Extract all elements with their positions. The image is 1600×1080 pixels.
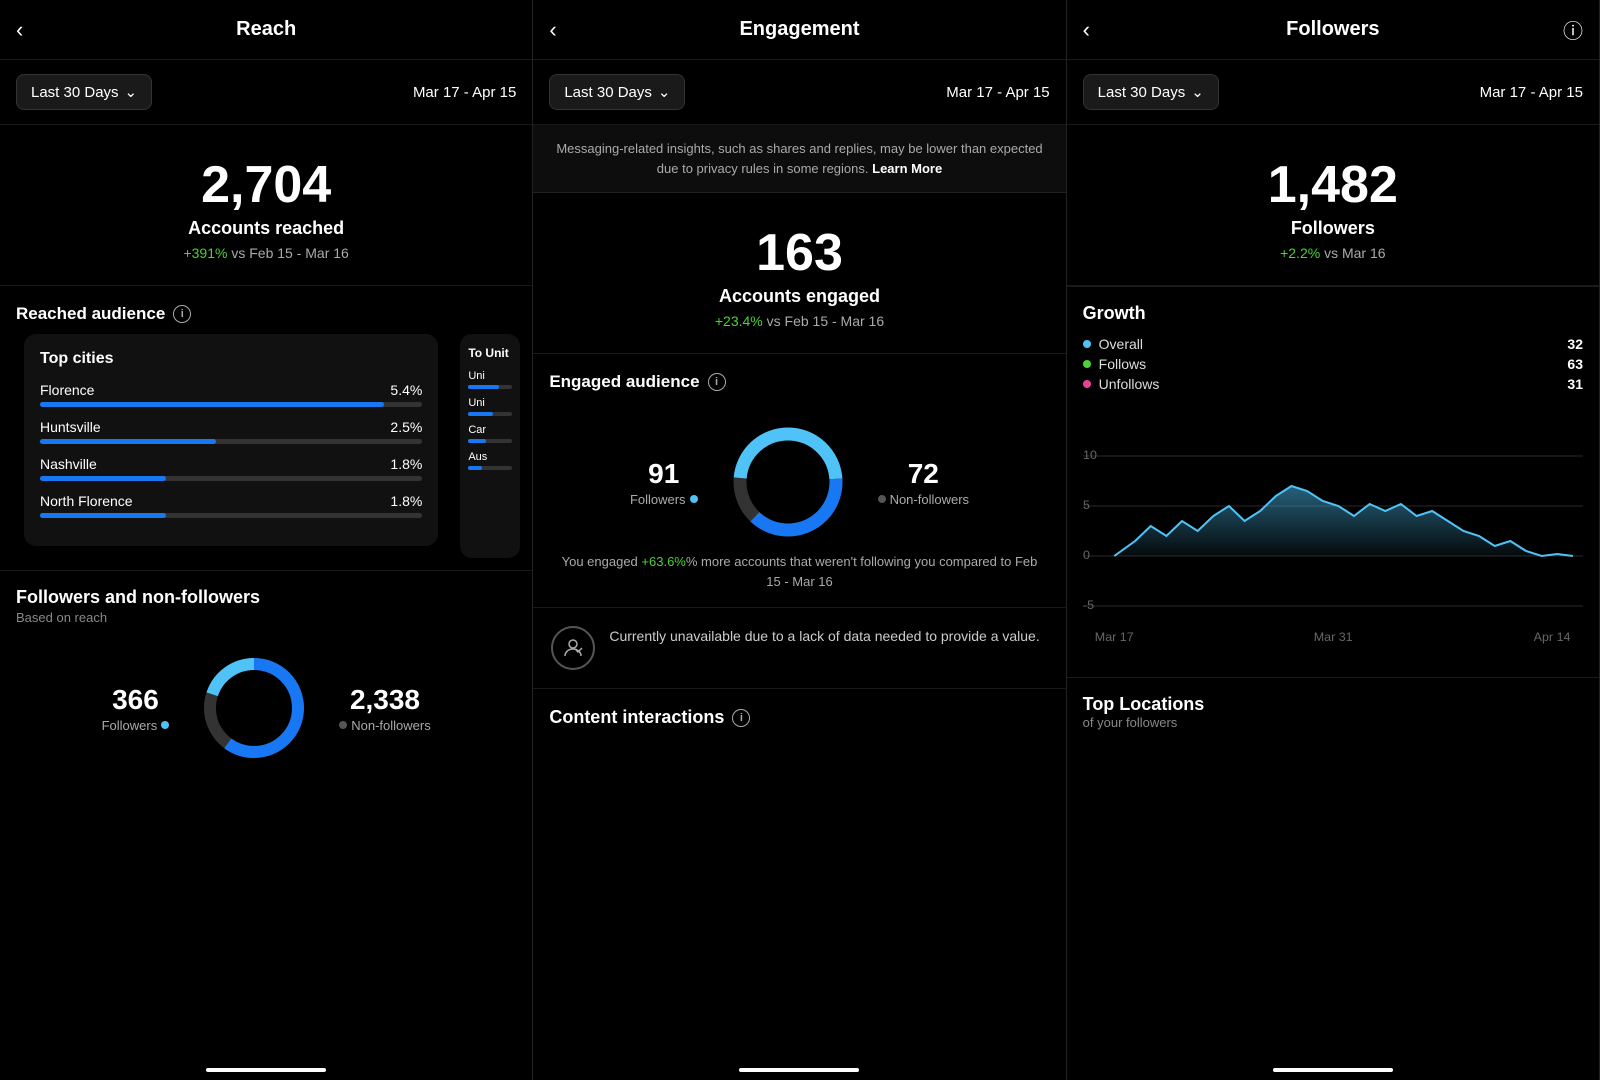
reach-main-number: 2,704 xyxy=(16,157,516,214)
reach-date-dropdown[interactable]: Last 30 Days ⌄ xyxy=(16,74,152,110)
engagement-main-number: 163 xyxy=(549,225,1049,282)
followers-change-pct: +2.2% xyxy=(1280,245,1320,261)
growth-chart-container: 10 5 0 -5 Mar 17 Mar 31 Apr 14 xyxy=(1067,408,1599,677)
engagement-back-button[interactable]: ‹ xyxy=(549,17,556,43)
svg-text:10: 10 xyxy=(1083,448,1097,462)
reach-panel: ‹ Reach Last 30 Days ⌄ Mar 17 - Apr 15 2… xyxy=(0,0,533,1080)
engagement-followers-stat: 91 Followers xyxy=(630,458,698,507)
reach-back-button[interactable]: ‹ xyxy=(16,17,23,43)
svg-text:5: 5 xyxy=(1083,498,1090,512)
followers-main-number: 1,482 xyxy=(1083,157,1583,214)
follows-dot xyxy=(1083,360,1091,368)
engaged-audience-info-icon[interactable]: i xyxy=(708,373,726,391)
engaged-note-rest: % more accounts that weren't following y… xyxy=(686,554,1038,589)
unavailable-icon xyxy=(551,626,595,670)
legend-follows: Follows 63 xyxy=(1083,356,1583,372)
engagement-learn-more-link[interactable]: Learn More xyxy=(872,161,942,176)
engagement-panel: ‹ Engagement Last 30 Days ⌄ Mar 17 - Apr… xyxy=(533,0,1066,1080)
reach-donut-area: 366 Followers 2,338 Non-followers xyxy=(0,633,532,773)
growth-title: Growth xyxy=(1083,303,1583,324)
growth-chart-svg: 10 5 0 -5 Mar 17 Mar 31 Apr 14 xyxy=(1083,416,1583,656)
engagement-date-dropdown[interactable]: Last 30 Days ⌄ xyxy=(549,74,685,110)
engagement-notice: Messaging-related insights, such as shar… xyxy=(533,125,1065,193)
top-locations-section: Top Locations of your followers xyxy=(1067,677,1599,746)
engagement-metric-label: Accounts engaged xyxy=(549,286,1049,307)
engagement-change-rest: vs Feb 15 - Mar 16 xyxy=(767,313,885,329)
engaged-audience-header: Engaged audience i xyxy=(533,354,1065,402)
engagement-metric-change: +23.4% vs Feb 15 - Mar 16 xyxy=(549,313,1049,329)
followers-metric-section: 1,482 Followers +2.2% vs Mar 16 xyxy=(1067,125,1599,286)
reach-metric-label: Accounts reached xyxy=(16,218,516,239)
reach-date-range: Mar 17 - Apr 15 xyxy=(413,84,516,101)
engagement-nonfollowers-stat: 72 Non-followers xyxy=(878,458,969,507)
top-cities-card: Top cities Florence 5.4% Huntsville 2.5%… xyxy=(24,334,438,546)
reach-scroll-indicator xyxy=(206,1068,326,1072)
reach-title: Reach xyxy=(236,18,296,41)
followers-metric-label: Followers xyxy=(1083,218,1583,239)
content-interactions-header: Content interactions i xyxy=(533,688,1065,742)
overall-dot xyxy=(1083,340,1091,348)
reached-audience-header: Reached audience i xyxy=(0,286,532,334)
svg-text:Mar 17: Mar 17 xyxy=(1094,630,1133,644)
top-locations-subtitle: of your followers xyxy=(1083,715,1583,730)
legend-overall: Overall 32 xyxy=(1083,336,1583,352)
reach-donut-chart xyxy=(199,653,309,763)
engagement-donut-chart xyxy=(728,422,848,542)
top-locations-title: Top Locations xyxy=(1083,694,1583,715)
followers-change-rest: vs Mar 16 xyxy=(1324,245,1385,261)
reach-metric-change: +391% vs Feb 15 - Mar 16 xyxy=(16,245,516,261)
top-cities-title: Top cities xyxy=(40,350,422,368)
content-interactions-info-icon[interactable]: i xyxy=(732,709,750,727)
engagement-title: Engagement xyxy=(739,18,859,41)
fnf-title: Followers and non-followers xyxy=(16,587,516,608)
engagement-header: ‹ Engagement xyxy=(533,0,1065,60)
svg-text:0: 0 xyxy=(1083,548,1090,562)
followers-back-button[interactable]: ‹ xyxy=(1083,17,1090,43)
city-row-nashville: Nashville 1.8% xyxy=(40,456,422,481)
followers-date-range: Mar 17 - Apr 15 xyxy=(1480,84,1583,101)
svg-text:Apr 14: Apr 14 xyxy=(1533,630,1570,644)
reach-followers-stat: 366 Followers xyxy=(102,684,170,733)
followers-date-bar: Last 30 Days ⌄ Mar 17 - Apr 15 xyxy=(1067,60,1599,125)
followers-panel: ‹ Followers ⓘ Last 30 Days ⌄ Mar 17 - Ap… xyxy=(1067,0,1600,1080)
growth-legend: Overall 32 Follows 63 Unfollows 31 xyxy=(1083,336,1583,392)
followers-title: Followers xyxy=(1286,18,1379,41)
svg-text:-5: -5 xyxy=(1083,598,1094,612)
reach-header: ‹ Reach xyxy=(0,0,532,60)
reach-change-rest: vs Feb 15 - Mar 16 xyxy=(231,245,349,261)
city-row-north-florence: North Florence 1.8% xyxy=(40,493,422,518)
followers-info-button[interactable]: ⓘ xyxy=(1563,15,1583,44)
engaged-note-pct: +63.6% xyxy=(641,554,685,569)
svg-text:Mar 31: Mar 31 xyxy=(1313,630,1352,644)
reach-metric-section: 2,704 Accounts reached +391% vs Feb 15 -… xyxy=(0,125,532,286)
unavailable-box: Currently unavailable due to a lack of d… xyxy=(533,607,1065,688)
unavailable-text: Currently unavailable due to a lack of d… xyxy=(609,626,1039,647)
fnf-subtitle: Based on reach xyxy=(16,610,516,625)
engagement-date-bar: Last 30 Days ⌄ Mar 17 - Apr 15 xyxy=(533,60,1065,125)
engagement-metric-section: 163 Accounts engaged +23.4% vs Feb 15 - … xyxy=(533,193,1065,354)
unfollows-value: 31 xyxy=(1567,376,1583,392)
unfollows-dot xyxy=(1083,380,1091,388)
followers-scroll-indicator xyxy=(1273,1068,1393,1072)
follows-value: 63 xyxy=(1567,356,1583,372)
overall-value: 32 xyxy=(1567,336,1583,352)
reach-date-bar: Last 30 Days ⌄ Mar 17 - Apr 15 xyxy=(0,60,532,125)
reach-nonfollowers-stat: 2,338 Non-followers xyxy=(339,684,430,733)
followers-metric-change: +2.2% vs Mar 16 xyxy=(1083,245,1583,261)
reached-audience-info-icon[interactable]: i xyxy=(173,305,191,323)
engagement-donut-area: 91 Followers 72 Non-followers xyxy=(533,402,1065,552)
engagement-date-range: Mar 17 - Apr 15 xyxy=(946,84,1049,101)
city-row-huntsville: Huntsville 2.5% xyxy=(40,419,422,444)
followers-date-dropdown[interactable]: Last 30 Days ⌄ xyxy=(1083,74,1219,110)
fnf-section: Followers and non-followers Based on rea… xyxy=(0,570,532,633)
top-unit-card-partial: To Unit Uni Uni Car Aus xyxy=(460,334,520,558)
reach-change-pct: +391% xyxy=(183,245,227,261)
legend-unfollows: Unfollows 31 xyxy=(1083,376,1583,392)
growth-section: Growth Overall 32 Follows 63 Unfollo xyxy=(1067,286,1599,408)
followers-header: ‹ Followers ⓘ xyxy=(1067,0,1599,60)
engagement-change-pct: +23.4% xyxy=(715,313,763,329)
city-row-florence: Florence 5.4% xyxy=(40,382,422,407)
engagement-scroll-indicator xyxy=(739,1068,859,1072)
engaged-note: You engaged +63.6%% more accounts that w… xyxy=(533,552,1065,607)
